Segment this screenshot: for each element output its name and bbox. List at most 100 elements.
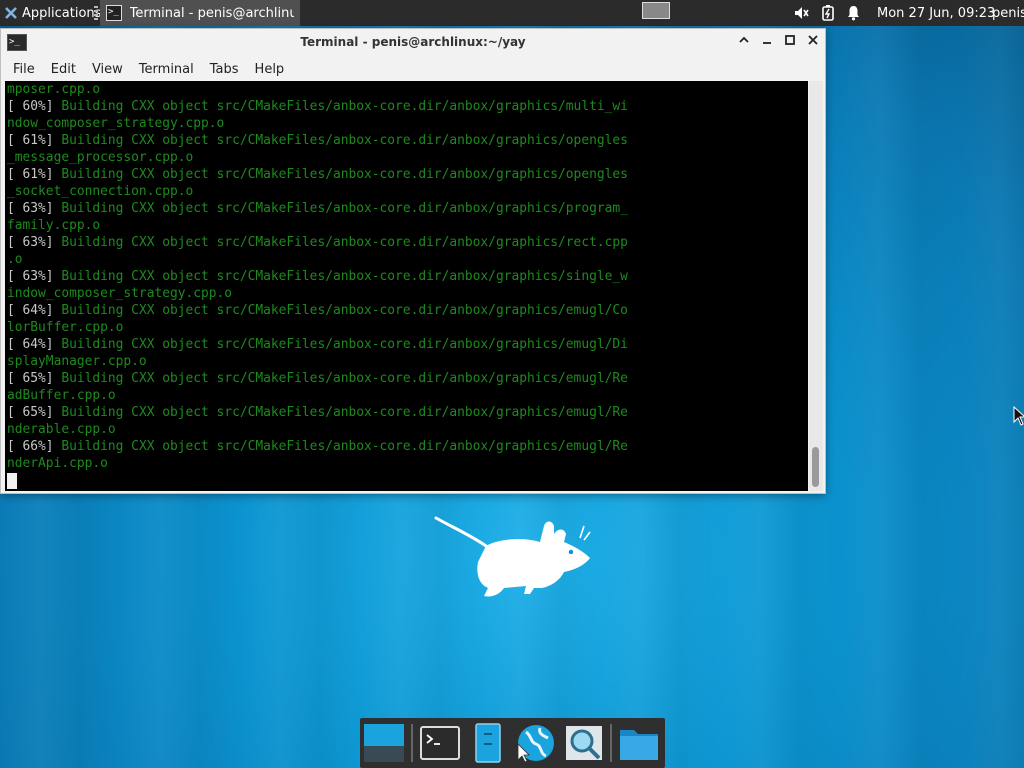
file-manager-icon[interactable] — [466, 722, 510, 764]
build-message: mposer.cpp.o — [7, 82, 101, 97]
build-message: Building CXX object src/CMakeFiles/anbox… — [53, 167, 628, 182]
build-progress: [ 60%] — [7, 99, 54, 114]
terminal-output[interactable]: mposer.cpp.o[ 60%] Building CXX object s… — [5, 81, 808, 491]
build-message: Building CXX object src/CMakeFiles/anbox… — [53, 133, 628, 148]
folder-icon[interactable] — [617, 722, 661, 764]
terminal-line: [ 61%] Building CXX object src/CMakeFile… — [7, 166, 628, 183]
build-message: adBuffer.cpp.o — [7, 388, 116, 403]
terminal-cursor — [7, 473, 17, 489]
build-message: Building CXX object src/CMakeFiles/anbox… — [53, 337, 628, 352]
show-desktop-icon[interactable] — [362, 722, 406, 764]
terminal-line: [ 61%] Building CXX object src/CMakeFile… — [7, 132, 628, 149]
terminal-line: ndow_composer_strategy.cpp.o — [7, 115, 628, 132]
build-message: _message_processor.cpp.o — [7, 150, 194, 165]
terminal-line: [ 64%] Building CXX object src/CMakeFile… — [7, 336, 628, 353]
app-finder-icon[interactable] — [562, 722, 606, 764]
build-message: Building CXX object src/CMakeFiles/anbox… — [53, 439, 628, 454]
user-menu[interactable]: penis — [992, 0, 1024, 26]
window-titlebar[interactable]: >_ Terminal - penis@archlinux:~/yay — [1, 29, 825, 57]
close-button[interactable] — [805, 34, 821, 50]
dock-separator — [610, 724, 612, 762]
maximize-button[interactable] — [782, 34, 798, 50]
terminal-line: [ 63%] Building CXX object src/CMakeFile… — [7, 234, 628, 251]
menu-bar: File Edit View Terminal Tabs Help — [1, 57, 825, 81]
build-message: Building CXX object src/CMakeFiles/anbox… — [53, 371, 628, 386]
terminal-line: _message_processor.cpp.o — [7, 149, 628, 166]
build-message: Building CXX object src/CMakeFiles/anbox… — [53, 235, 628, 250]
build-message: Building CXX object src/CMakeFiles/anbox… — [53, 405, 628, 420]
taskbar-terminal-label: Terminal - penis@archlinux:... — [129, 5, 294, 21]
terminal-line: [ 63%] Building CXX object src/CMakeFile… — [7, 200, 628, 217]
build-message: Building CXX object src/CMakeFiles/anbox… — [53, 303, 628, 318]
build-progress: [ 63%] — [7, 235, 54, 250]
terminal-text: mposer.cpp.o[ 60%] Building CXX object s… — [7, 81, 628, 472]
terminal-line: [ 65%] Building CXX object src/CMakeFile… — [7, 404, 628, 421]
build-progress: [ 66%] — [7, 439, 54, 454]
build-message: Building CXX object src/CMakeFiles/anbox… — [53, 201, 628, 216]
top-panel: Applications >_ Terminal - penis@archlin… — [0, 0, 1024, 26]
build-message: _socket_connection.cpp.o — [7, 184, 194, 199]
build-message: nderable.cpp.o — [7, 422, 116, 437]
terminal-icon: >_ — [106, 5, 122, 21]
terminal-line: [ 66%] Building CXX object src/CMakeFile… — [7, 438, 628, 455]
workspace-switcher[interactable] — [642, 2, 670, 19]
terminal-line: [ 63%] Building CXX object src/CMakeFile… — [7, 268, 628, 285]
window-title: Terminal - penis@archlinux:~/yay — [300, 35, 526, 49]
battery-icon[interactable] — [821, 0, 835, 26]
terminal-line: .o — [7, 251, 628, 268]
terminal-line: nderApi.cpp.o — [7, 455, 628, 472]
menu-terminal[interactable]: Terminal — [131, 62, 202, 77]
dock — [360, 718, 665, 768]
terminal-scrollbar[interactable] — [809, 81, 823, 491]
terminal-line: splayManager.cpp.o — [7, 353, 628, 370]
build-progress: [ 63%] — [7, 201, 54, 216]
menu-view[interactable]: View — [84, 62, 131, 77]
dock-separator — [411, 724, 413, 762]
notification-bell-icon[interactable] — [846, 0, 861, 26]
minimize-button[interactable] — [759, 34, 775, 50]
terminal-line: _socket_connection.cpp.o — [7, 183, 628, 200]
build-message: indow_composer_strategy.cpp.o — [7, 286, 233, 301]
applications-menu-button[interactable]: Applications — [0, 0, 105, 26]
applications-label: Applications — [22, 5, 102, 21]
build-progress: [ 64%] — [7, 337, 54, 352]
terminal-line: lorBuffer.cpp.o — [7, 319, 628, 336]
clock[interactable]: Mon 27 Jun, 09:23 — [877, 0, 995, 26]
terminal-icon[interactable] — [418, 722, 462, 764]
build-progress: [ 65%] — [7, 405, 54, 420]
menu-help[interactable]: Help — [247, 62, 293, 77]
build-progress: [ 63%] — [7, 269, 54, 284]
build-message: Building CXX object src/CMakeFiles/anbox… — [53, 269, 628, 284]
web-browser-icon[interactable] — [512, 722, 556, 764]
scrollbar-thumb[interactable] — [812, 447, 819, 487]
build-progress: [ 64%] — [7, 303, 54, 318]
build-progress: [ 65%] — [7, 371, 54, 386]
build-message: ndow_composer_strategy.cpp.o — [7, 116, 225, 131]
menu-file[interactable]: File — [5, 62, 43, 77]
xfce-logo-icon — [5, 7, 17, 19]
terminal-line: nderable.cpp.o — [7, 421, 628, 438]
terminal-line: adBuffer.cpp.o — [7, 387, 628, 404]
volume-muted-icon[interactable] — [793, 0, 809, 26]
build-message: Building CXX object src/CMakeFiles/anbox… — [53, 99, 628, 114]
terminal-line: family.cpp.o — [7, 217, 628, 234]
build-progress: [ 61%] — [7, 133, 54, 148]
terminal-line: [ 60%] Building CXX object src/CMakeFile… — [7, 98, 628, 115]
build-message: nderApi.cpp.o — [7, 456, 108, 471]
mouse-pointer-icon — [1013, 406, 1024, 426]
terminal-line: indow_composer_strategy.cpp.o — [7, 285, 628, 302]
taskbar-terminal-button[interactable]: >_ Terminal - penis@archlinux:... — [100, 0, 300, 26]
terminal-line: [ 65%] Building CXX object src/CMakeFile… — [7, 370, 628, 387]
build-progress: [ 61%] — [7, 167, 54, 182]
build-message: splayManager.cpp.o — [7, 354, 147, 369]
shade-up-icon[interactable] — [736, 34, 752, 50]
terminal-window: >_ Terminal - penis@archlinux:~/yay File… — [0, 28, 826, 494]
menu-edit[interactable]: Edit — [43, 62, 84, 77]
menu-tabs[interactable]: Tabs — [202, 62, 247, 77]
xfce-mouse-logo — [434, 516, 591, 597]
terminal-line: [ 64%] Building CXX object src/CMakeFile… — [7, 302, 628, 319]
terminal-line: mposer.cpp.o — [7, 81, 628, 98]
build-message: .o — [7, 252, 23, 267]
build-message: lorBuffer.cpp.o — [7, 320, 124, 335]
build-message: family.cpp.o — [7, 218, 101, 233]
